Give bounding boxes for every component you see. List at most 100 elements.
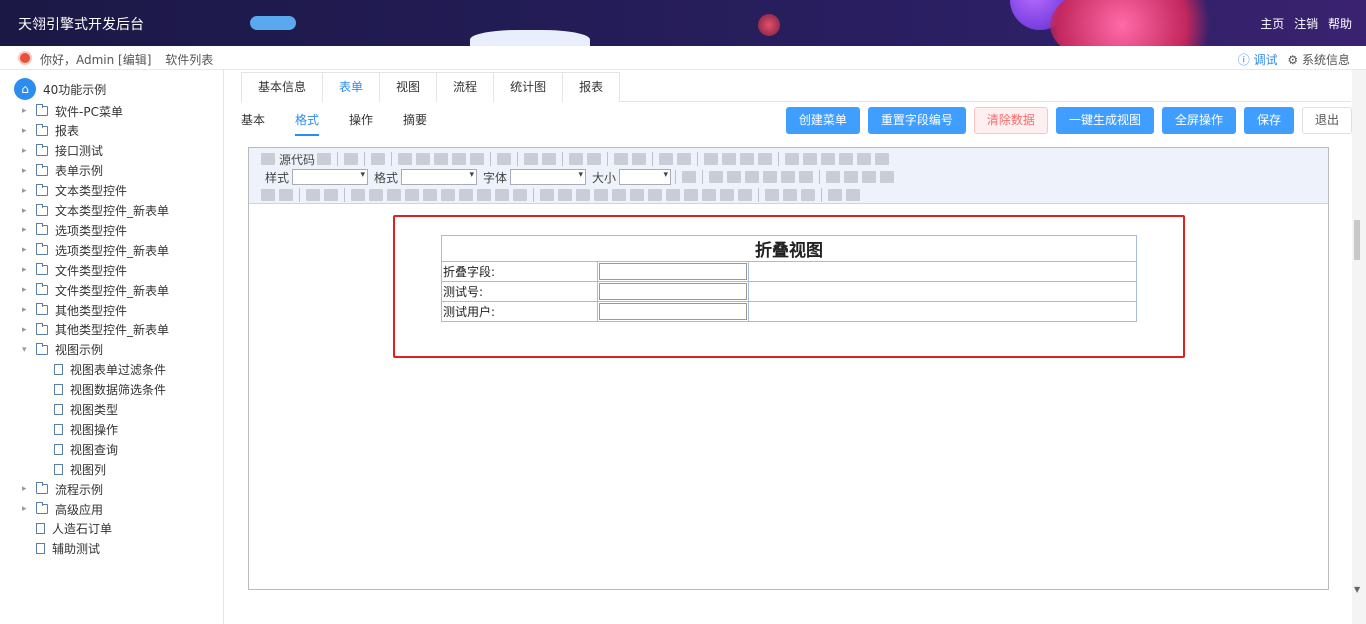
sidebar-item[interactable]: ▸ 文本类型控件_新表单	[22, 202, 169, 220]
chart-icon[interactable]	[702, 189, 716, 201]
sidebar-item[interactable]: ▸ 选项类型控件	[22, 221, 127, 239]
fold-field-input[interactable]	[599, 263, 747, 280]
sidebar-item[interactable]: 视图数据筛选条件	[50, 381, 166, 399]
rich-text-editor[interactable]: 源代码 样式 格式 字体 大小	[248, 147, 1329, 590]
editor-canvas[interactable]: 折叠视图 折叠字段: 测试号: 测试用户:	[249, 205, 1328, 589]
expand-icon[interactable]: ▸	[22, 245, 32, 255]
scrollbar-thumb[interactable]	[1354, 220, 1360, 260]
align-left-icon[interactable]	[826, 171, 841, 183]
undo-icon[interactable]	[524, 153, 539, 165]
word-icon[interactable]	[684, 189, 698, 201]
strike-icon[interactable]	[763, 171, 778, 183]
tab-item[interactable]: 表单	[322, 72, 381, 102]
sidebar-item[interactable]: ▸ 文件类型控件_新表单	[22, 281, 169, 299]
button-icon[interactable]	[441, 189, 455, 201]
copy-icon[interactable]	[416, 153, 431, 165]
subscript-icon[interactable]	[781, 171, 796, 183]
debug-link[interactable]: ⓘ 调试	[1238, 53, 1278, 67]
stop-icon[interactable]	[738, 189, 752, 201]
remove-format-icon[interactable]	[632, 153, 647, 165]
photo-icon[interactable]	[576, 189, 590, 201]
template-icon[interactable]	[371, 153, 386, 165]
expand-icon[interactable]: ▸	[22, 225, 32, 235]
create-menu-button[interactable]: 创建菜单	[785, 107, 860, 134]
camera-icon[interactable]	[594, 189, 608, 201]
sidebar-item[interactable]: ▸ 软件-PC菜单	[22, 102, 123, 120]
sidebar-item[interactable]: ▸ 文件类型控件	[22, 261, 127, 279]
textfield-icon[interactable]	[306, 189, 320, 201]
collapse-icon[interactable]: ▾	[22, 345, 32, 355]
unlink-icon[interactable]	[783, 189, 797, 201]
sidebar-item[interactable]: ▸ 其他类型控件	[22, 301, 127, 319]
sidebar-item[interactable]: 视图表单过滤条件	[50, 361, 166, 379]
subtab-item[interactable]: 操作	[349, 110, 373, 136]
generate-view-button[interactable]: 一键生成视图	[1055, 107, 1154, 134]
redo-icon[interactable]	[542, 153, 557, 165]
format-select[interactable]	[401, 169, 478, 185]
table-icon[interactable]	[821, 153, 836, 165]
expand-icon[interactable]: ▸	[22, 504, 32, 514]
underline-icon[interactable]	[745, 171, 760, 183]
font-select[interactable]	[510, 169, 587, 185]
radio-icon[interactable]	[279, 189, 293, 201]
expand-icon[interactable]: ▸	[22, 106, 32, 116]
superscript-icon[interactable]	[799, 171, 814, 183]
attach-icon[interactable]	[612, 189, 626, 201]
div-icon[interactable]	[758, 153, 773, 165]
subform-icon[interactable]	[495, 189, 509, 201]
image-icon[interactable]	[785, 153, 800, 165]
expand-icon[interactable]: ▸	[22, 285, 32, 295]
tab-item[interactable]: 报表	[562, 72, 621, 102]
tab-icon[interactable]	[459, 189, 473, 201]
sign-icon[interactable]	[540, 189, 554, 201]
paste-text-icon[interactable]	[452, 153, 467, 165]
align-right-icon[interactable]	[862, 171, 877, 183]
reset-field-number-button[interactable]: 重置字段编号	[867, 107, 966, 134]
greeting-text[interactable]: 你好，Admin [编辑]	[40, 53, 151, 67]
preview-icon[interactable]	[344, 153, 359, 165]
sidebar-item[interactable]: ▸ 表单示例	[22, 162, 103, 180]
paste-icon[interactable]	[434, 153, 449, 165]
expand-icon[interactable]: ▸	[22, 484, 32, 494]
expand-icon[interactable]: ▸	[22, 126, 32, 136]
italic-icon[interactable]	[727, 171, 742, 183]
source-icon[interactable]	[261, 153, 275, 165]
sidebar-item[interactable]: 视图列	[50, 460, 106, 478]
sidebar-item[interactable]: 视图操作	[50, 420, 118, 438]
tree-icon[interactable]	[387, 189, 401, 201]
align-center-icon[interactable]	[844, 171, 859, 183]
scroll-down-icon[interactable]: ▼	[1354, 585, 1360, 594]
test-number-input[interactable]	[599, 283, 747, 300]
gps-icon[interactable]	[630, 189, 644, 201]
flash-icon[interactable]	[803, 153, 818, 165]
tab-item[interactable]: 统计图	[493, 72, 564, 102]
sidebar-item[interactable]: 视图查询	[50, 440, 118, 458]
control-icon[interactable]	[351, 189, 365, 201]
help-link[interactable]: 帮助	[1328, 17, 1352, 31]
spellcheck-icon[interactable]	[497, 153, 512, 165]
fullscreen-button[interactable]: 全屏操作	[1161, 107, 1236, 134]
page-scrollbar[interactable]: ▼	[1352, 70, 1366, 624]
paste-word-icon[interactable]	[470, 153, 485, 165]
clear-data-button[interactable]: 清除数据	[973, 107, 1048, 134]
outdent-icon[interactable]	[704, 153, 719, 165]
zoom-icon[interactable]	[682, 171, 697, 183]
user-icon[interactable]	[423, 189, 437, 201]
source-button[interactable]: 源代码	[279, 151, 315, 168]
sidebar-item[interactable]: ▾ 视图示例	[22, 341, 103, 359]
expand-icon[interactable]: ▸	[22, 206, 32, 216]
tab-item[interactable]: 流程	[436, 72, 495, 102]
smiley-icon[interactable]	[857, 153, 872, 165]
size-select[interactable]	[619, 169, 672, 185]
text-color-icon[interactable]	[828, 189, 842, 201]
map-icon[interactable]	[558, 189, 572, 201]
logout-link[interactable]: 注销	[1294, 17, 1318, 31]
mic-icon[interactable]	[648, 189, 662, 201]
style-select[interactable]	[292, 169, 369, 185]
save-icon[interactable]	[317, 153, 332, 165]
bulleted-list-icon[interactable]	[677, 153, 692, 165]
save-button[interactable]: 保存	[1243, 107, 1294, 134]
align-justify-icon[interactable]	[880, 171, 895, 183]
replace-icon[interactable]	[587, 153, 602, 165]
subtab-item[interactable]: 摘要	[403, 110, 427, 136]
